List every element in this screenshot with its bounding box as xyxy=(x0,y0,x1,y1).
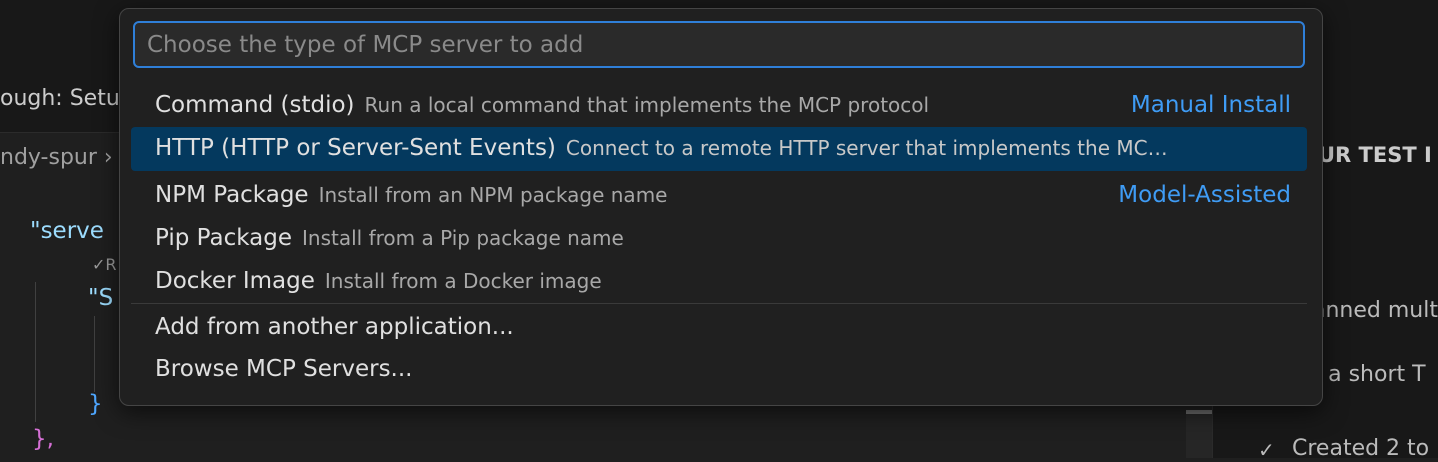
quick-pick-item-http[interactable]: HTTP (HTTP or Server-Sent Events) Connect… xyxy=(131,127,1307,171)
code-line[interactable]: "S xyxy=(88,285,113,311)
mcp-server-quick-pick: Command (stdio) Run a local command that … xyxy=(119,8,1323,406)
item-tag: Model-Assisted xyxy=(1118,182,1291,208)
scrollbar[interactable] xyxy=(1186,414,1212,458)
code-line[interactable]: }, xyxy=(32,426,54,452)
separator xyxy=(131,303,1307,304)
quick-pick-item-docker-image[interactable]: Docker Image Install from a Docker image xyxy=(131,260,1307,304)
breadcrumb[interactable]: ndy-spur › xyxy=(0,145,113,170)
panel-text: Created 2 to xyxy=(1292,436,1430,461)
item-label: Pip Package xyxy=(155,225,293,251)
editor-tab[interactable]: ough: Setu xyxy=(0,86,120,111)
indent-guide xyxy=(94,316,95,392)
quick-pick-item-browse-mcp-servers[interactable]: Browse MCP Servers... xyxy=(131,348,1307,392)
code-line[interactable]: } xyxy=(88,391,103,417)
item-label: Command (stdio) xyxy=(155,92,355,118)
quick-pick-item-command-stdio[interactable]: Command (stdio) Run a local command that … xyxy=(131,84,1307,128)
indent-guide xyxy=(35,282,36,422)
item-tag: Manual Install xyxy=(1130,92,1291,118)
code-line[interactable]: "serve xyxy=(30,218,104,244)
codelens[interactable]: ✓R xyxy=(92,255,117,274)
item-label: NPM Package xyxy=(155,182,309,208)
item-label: HTTP (HTTP or Server-Sent Events) xyxy=(155,135,556,161)
item-description: Install from a Pip package name xyxy=(302,226,624,250)
item-label: Add from another application... xyxy=(155,314,514,340)
item-description: Install from a Docker image xyxy=(324,269,602,293)
quick-pick-input[interactable] xyxy=(133,21,1305,68)
item-description: Run a local command that implements the … xyxy=(364,93,930,117)
panel-text: l a short T xyxy=(1315,362,1426,387)
check-icon: ✓ xyxy=(1258,438,1275,462)
quick-pick-item-npm-package[interactable]: NPM Package Install from an NPM package n… xyxy=(131,174,1307,218)
item-description: Connect to a remote HTTP server that imp… xyxy=(565,136,1168,160)
item-label: Docker Image xyxy=(155,268,315,294)
breadcrumb-item[interactable]: ndy-spur xyxy=(0,145,97,170)
item-label: Browse MCP Servers... xyxy=(155,356,413,382)
item-description: Install from an NPM package name xyxy=(318,183,668,207)
panel-text: anned mult xyxy=(1312,298,1438,323)
quick-pick-item-pip-package[interactable]: Pip Package Install from a Pip package na… xyxy=(131,217,1307,261)
chevron-right-icon: › xyxy=(103,145,113,170)
panel-title: UR TEST I xyxy=(1318,143,1432,167)
quick-pick-item-add-from-application[interactable]: Add from another application... xyxy=(131,306,1307,350)
